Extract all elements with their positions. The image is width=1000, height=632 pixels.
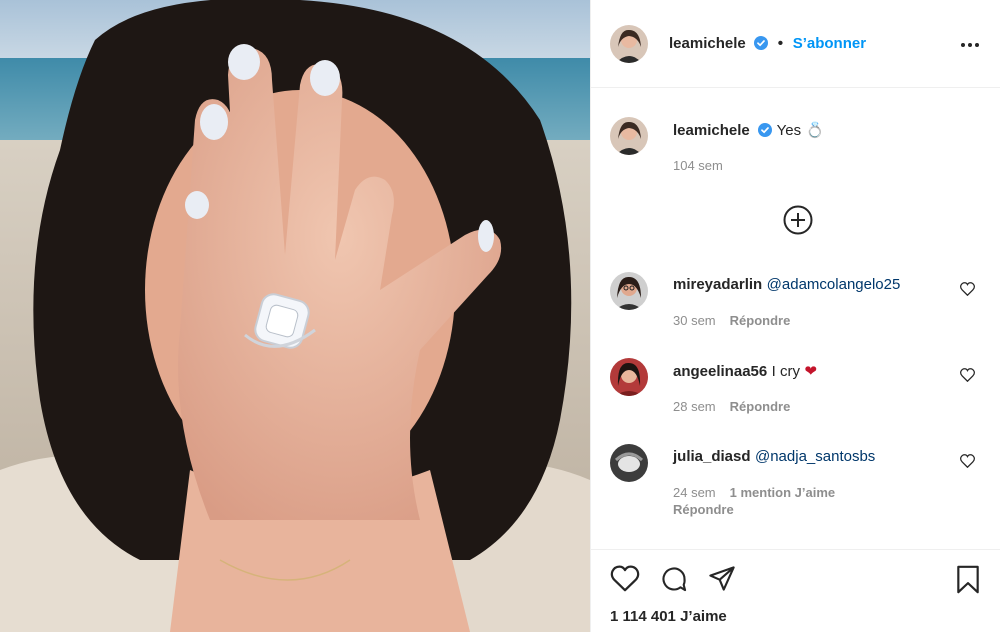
comment-time: 28 sem (673, 399, 716, 414)
comment-meta: 28 sem Répondre (673, 399, 790, 414)
bookmark-icon[interactable] (955, 565, 981, 599)
comment-icon[interactable] (660, 565, 688, 598)
comment-username[interactable]: julia_diasd (673, 448, 751, 465)
caption-line: leamichele Yes 💍 (673, 121, 824, 142)
comment-time: 30 sem (673, 313, 716, 328)
comment-item: julia_diasd @nadja_santosbs 24 sem 1 ment… (591, 442, 1000, 532)
photo-illustration (0, 0, 590, 632)
comment-like-icon[interactable] (960, 282, 975, 301)
heart-icon[interactable] (610, 565, 640, 597)
comment-line: mireyadarlin @adamcolangelo25 (673, 276, 900, 294)
more-options-icon[interactable] (961, 34, 979, 52)
comment-avatar[interactable] (610, 272, 648, 310)
separator-dot: • (777, 35, 784, 52)
verified-icon (758, 123, 773, 142)
comment-item: angeelinaa56 I cry ❤ 28 sem Répondre (591, 356, 1000, 426)
follow-button[interactable]: S’abonner (793, 35, 866, 52)
reply-button[interactable]: Répondre (673, 502, 734, 517)
caption-text: Yes (776, 122, 802, 139)
comment-line: julia_diasd @nadja_santosbs (673, 448, 875, 466)
header-username[interactable]: leamichele (669, 35, 746, 52)
header-user-line: leamichele • S’abonner (669, 35, 866, 55)
reply-button[interactable]: Répondre (730, 313, 791, 328)
comment-likes[interactable]: 1 mention J’aime (730, 485, 835, 500)
instagram-post: leamichele • S’abonner leamichele Yes 💍 … (0, 0, 1000, 632)
comment-mention[interactable]: @nadja_santosbs (755, 448, 875, 465)
comment-avatar[interactable] (610, 358, 648, 396)
post-photo[interactable] (0, 0, 590, 632)
comment-mention[interactable]: @adamcolangelo25 (767, 276, 901, 293)
likes-count[interactable]: 1 114 401 J’aime (610, 608, 727, 625)
comment-text: I cry (771, 363, 801, 380)
ring-emoji: 💍 (805, 122, 825, 139)
post-header: leamichele • S’abonner (591, 0, 1000, 88)
action-bar: 1 114 401 J’aime (591, 549, 1000, 632)
caption: leamichele Yes 💍 104 sem (591, 110, 1000, 180)
add-circle-icon[interactable] (783, 205, 813, 240)
comment-avatar[interactable] (610, 444, 648, 482)
heart-emoji: ❤ (804, 363, 818, 380)
caption-time: 104 sem (673, 158, 723, 173)
comment-username[interactable]: mireyadarlin (673, 276, 762, 293)
comment-meta: 30 sem Répondre (673, 313, 790, 328)
comment-line: angeelinaa56 I cry ❤ (673, 362, 817, 381)
verified-icon (754, 36, 769, 55)
comment-time: 24 sem (673, 485, 716, 500)
comment-meta-2: Répondre (673, 502, 734, 517)
comment-item: mireyadarlin @adamcolangelo25 30 sem Répo… (591, 270, 1000, 340)
share-icon[interactable] (708, 565, 736, 597)
comment-username[interactable]: angeelinaa56 (673, 363, 767, 380)
comment-like-icon[interactable] (960, 454, 975, 473)
reply-button[interactable]: Répondre (730, 399, 791, 414)
comment-meta: 24 sem 1 mention J’aime (673, 485, 835, 500)
avatar[interactable] (610, 25, 648, 63)
caption-avatar[interactable] (610, 117, 648, 155)
caption-username[interactable]: leamichele (673, 122, 750, 139)
comment-like-icon[interactable] (960, 368, 975, 387)
post-panel: leamichele • S’abonner leamichele Yes 💍 … (590, 0, 1000, 632)
